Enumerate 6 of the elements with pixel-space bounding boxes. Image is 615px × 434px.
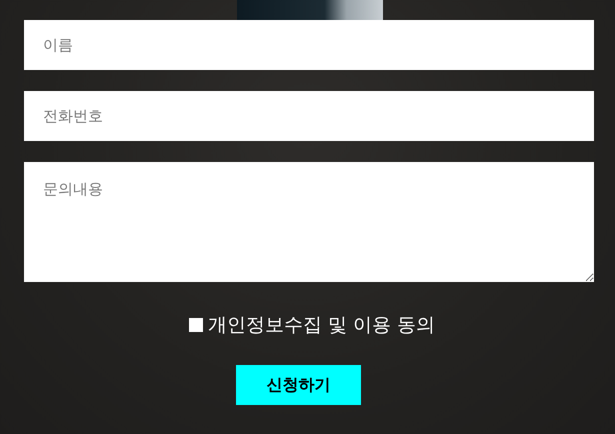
consent-label: 개인정보수집 및 이용 동의 (208, 313, 436, 338)
message-field[interactable]: 문의내용 (24, 162, 594, 282)
checkbox[interactable] (188, 318, 203, 332)
submit-button[interactable]: 신청하기 (236, 365, 361, 405)
input-field[interactable]: 이름 (24, 20, 594, 70)
input-field[interactable]: 전화번호 (24, 91, 594, 141)
